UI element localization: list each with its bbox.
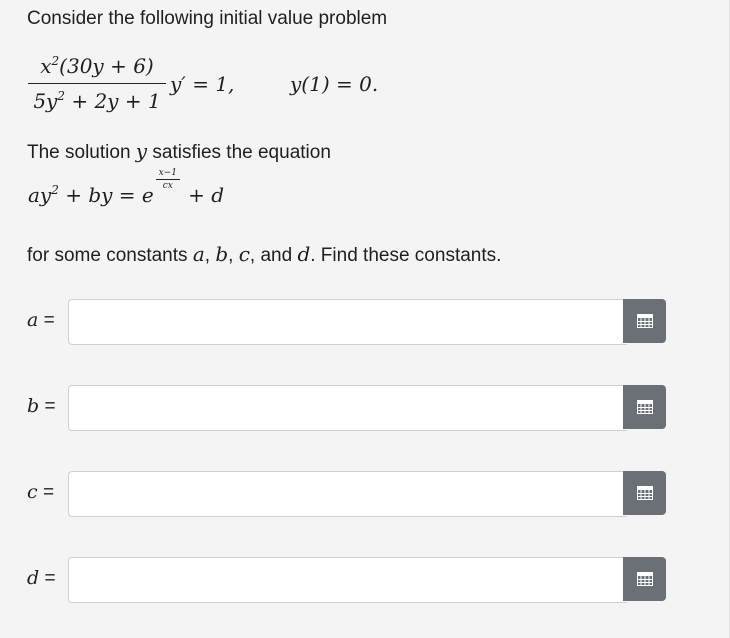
answer-row-c: c = xyxy=(27,471,667,517)
answer-row-d: d = xyxy=(27,557,667,603)
question-panel: Consider the following initial value pro… xyxy=(0,0,730,638)
math-keypad-button-d[interactable] xyxy=(623,557,666,601)
fraction-numerator: x2(30y + 6) xyxy=(40,54,154,78)
answer-label-a: a = xyxy=(27,309,55,332)
solution-sentence: The solution y satisfies the equation xyxy=(27,139,331,164)
answer-input-c[interactable] xyxy=(68,471,627,517)
initial-condition: y(1) = 0. xyxy=(290,72,379,96)
exponent-numerator: x−1 xyxy=(158,168,177,178)
solution-text: The solution xyxy=(27,142,131,163)
exponent-denominator: cx xyxy=(162,181,173,191)
solution-variable: y xyxy=(135,139,148,163)
equation-lhs: ay2 + by = e xyxy=(28,183,154,207)
fraction-bar xyxy=(28,83,166,84)
calculator-grid-icon xyxy=(636,400,653,414)
answer-var-b: b xyxy=(27,395,40,417)
calculator-grid-icon xyxy=(636,572,653,586)
fraction-denominator: 5y2 + 2y + 1 xyxy=(33,89,161,113)
answer-row-b: b = xyxy=(27,385,667,431)
exponent-fraction: x−1 cx xyxy=(154,168,182,191)
intro-text: Consider the following initial value pro… xyxy=(27,8,388,29)
answer-label-c: c = xyxy=(27,481,54,504)
answer-input-b[interactable] xyxy=(68,385,627,431)
math-keypad-button-b[interactable] xyxy=(623,385,666,429)
constants-prefix: for some constants xyxy=(27,245,188,266)
answer-input-a[interactable] xyxy=(68,299,627,345)
answer-var-c: c xyxy=(27,481,38,503)
solution-rest: satisfies the equation xyxy=(152,142,331,163)
equation-tail: + d xyxy=(188,183,225,207)
const-c: c xyxy=(238,242,250,266)
solution-equation: ay2 + by = e x−1 cx + d xyxy=(28,168,225,222)
answer-label-d: d = xyxy=(27,567,56,590)
answer-var-a: a xyxy=(27,309,39,331)
ode-rhs: y′ = 1, xyxy=(170,72,235,96)
answer-eq-a: = xyxy=(43,310,55,331)
answer-eq-d: = xyxy=(44,568,56,589)
answer-var-d: d xyxy=(27,567,40,589)
constants-and: and xyxy=(260,245,293,266)
ode-fraction: x2(30y + 6) 5y2 + 2y + 1 xyxy=(28,52,166,115)
answer-input-d[interactable] xyxy=(68,557,627,603)
answer-eq-c: = xyxy=(42,482,55,503)
const-b: b xyxy=(215,242,229,266)
answer-label-b: b = xyxy=(27,395,56,418)
answer-eq-b: = xyxy=(44,396,56,417)
calculator-grid-icon xyxy=(636,486,653,500)
math-keypad-button-a[interactable] xyxy=(623,299,666,343)
const-d: d xyxy=(297,242,311,266)
calculator-grid-icon xyxy=(636,314,653,328)
const-a: a xyxy=(192,242,205,266)
constants-sentence: for some constants a, b, c, and d. Find … xyxy=(27,242,502,266)
constants-suffix: . Find these constants. xyxy=(310,245,502,266)
exponent-bar xyxy=(155,179,180,180)
answer-row-a: a = xyxy=(27,299,667,345)
math-keypad-button-c[interactable] xyxy=(623,471,666,515)
